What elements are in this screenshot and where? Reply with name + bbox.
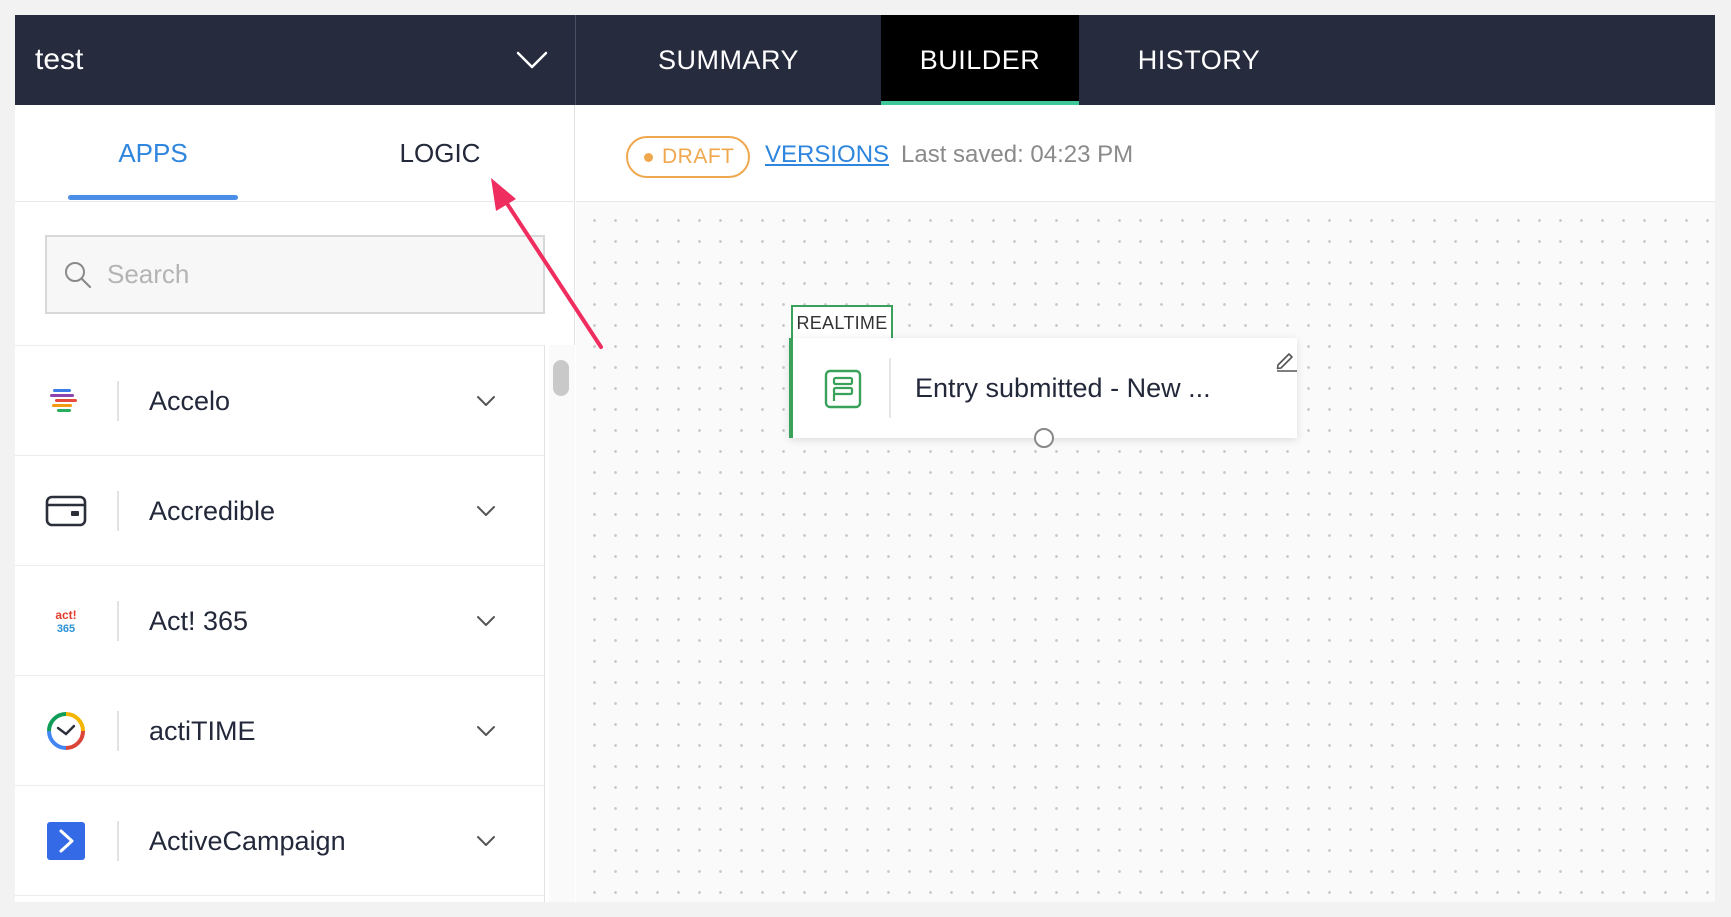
search-box [45,235,545,314]
app-name: Accredible [149,495,276,526]
list-item[interactable]: ActiveCampaign [15,786,544,896]
accelo-logo [45,381,87,421]
chevron-down-icon[interactable] [475,390,497,412]
app-name: Accelo [149,385,231,416]
scrollbar-track[interactable] [549,345,575,902]
left-panel: APPS LOGIC Search Accelo Accredible act!… [15,105,575,902]
versions-link[interactable]: VERSIONS [765,141,889,169]
trigger-type-label: REALTIME [791,305,893,339]
search-icon [65,261,92,288]
list-item[interactable]: Accredible [15,456,544,566]
app-name: ActiveCampaign [149,825,346,856]
chevron-down-icon [516,51,548,69]
main-tabs: SUMMARY BUILDER HISTORY [576,15,1319,105]
chevron-down-icon[interactable] [475,830,497,852]
tab-logic[interactable]: LOGIC [355,105,525,202]
divider [117,821,119,861]
status-badge-label: DRAFT [662,145,735,168]
tab-history[interactable]: HISTORY [1079,15,1319,105]
app-name: actiTIME [149,715,256,746]
scrollbar-thumb[interactable] [553,360,569,396]
edit-icon[interactable] [1274,348,1298,372]
list-item[interactable]: actiTIME [15,676,544,786]
builder-canvas[interactable] [576,202,1715,902]
add-step-connector[interactable] [1034,428,1054,448]
chevron-down-icon[interactable] [475,720,497,742]
divider [889,358,891,418]
top-header: test SUMMARY BUILDER HISTORY [15,15,1715,105]
trigger-node[interactable]: Entry submitted - New ... [789,338,1297,438]
app-frame: test SUMMARY BUILDER HISTORY APPS LOGIC [15,15,1715,902]
status-bar: DRAFT VERSIONS Last saved: 04:23 PM [576,105,1715,202]
chevron-down-icon[interactable] [475,500,497,522]
status-dot [644,152,653,162]
act365-logo: act! 365 [45,601,87,641]
workflow-selector[interactable]: test [15,15,576,105]
list-item[interactable]: Accelo [15,346,544,456]
tab-summary[interactable]: SUMMARY [576,15,881,105]
app-name: Act! 365 [149,605,249,636]
workflow-name: test [35,43,84,76]
search-input[interactable] [107,259,527,290]
act365-logo-text-bottom: 365 [57,623,75,635]
accredible-logo [45,491,87,531]
chevron-down-icon[interactable] [475,610,497,632]
list-item[interactable]: act! 365 Act! 365 [15,566,544,676]
activecampaign-logo [45,821,87,861]
status-badge: DRAFT [626,136,750,178]
tab-builder[interactable]: BUILDER [881,15,1079,105]
apps-list: Accelo Accredible act! 365 Act! 365 acti… [15,345,545,902]
divider [117,491,119,531]
actitime-logo [45,711,87,751]
last-saved-text: Last saved: 04:23 PM [901,141,1134,168]
panel-tabs: APPS LOGIC [15,105,575,202]
divider [117,711,119,751]
divider [117,601,119,641]
tab-apps[interactable]: APPS [68,105,238,202]
act365-logo-text-top: act! [55,608,76,622]
trigger-title: Entry submitted - New ... [915,372,1211,403]
form-icon [824,369,862,409]
divider [117,381,119,421]
